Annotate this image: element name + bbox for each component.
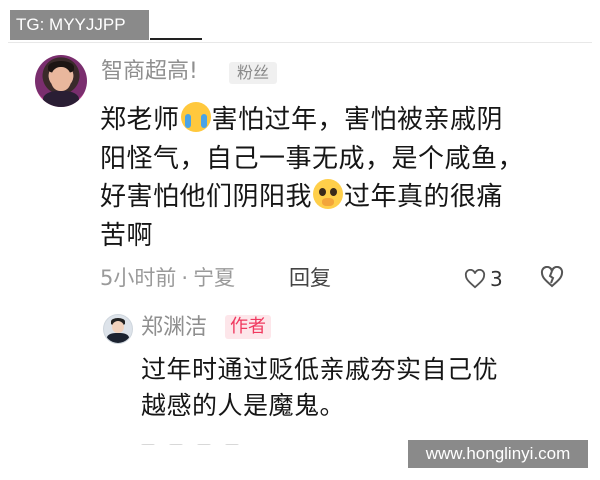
fan-badge: 粉丝: [229, 62, 278, 84]
comment-line-3b: 过年真的很痛: [344, 182, 504, 212]
broken-heart-icon: [540, 265, 564, 292]
dislike-button[interactable]: [540, 265, 564, 292]
commenter-username[interactable]: 智商超高!: [101, 57, 198, 87]
author-tag: 作者: [225, 315, 271, 339]
comment-time: 5小时前: [100, 266, 177, 290]
comment-line-4: 苦啊: [100, 220, 154, 251]
reply-text: 过年时通过贬低亲戚夯实自己优 越感的人是魔鬼。: [141, 352, 561, 424]
comment-text: 郑老师 害怕过年，害怕被亲戚阴 阳怪气，自己一事无成，是个咸鱼， 好害怕他们阴阳我…: [100, 101, 555, 255]
crying-face-icon: [180, 102, 211, 132]
comment-line-1a: 郑老师: [100, 105, 180, 135]
author-avatar[interactable]: [103, 314, 133, 344]
like-count: 3: [490, 267, 503, 291]
comment-line-1b: 害怕过年，害怕被亲戚阴: [211, 105, 504, 135]
reply-line-1: 过年时通过贬低亲戚夯实自己优: [141, 355, 499, 384]
top-divider: [8, 42, 592, 43]
comment-meta: 5小时前 · 宁夏: [100, 263, 235, 293]
reply-line-2: 越感的人是魔鬼。: [141, 391, 346, 420]
author-name[interactable]: 郑渊洁: [141, 313, 207, 343]
site-watermark: www.honglinyi.com: [408, 440, 588, 468]
like-button[interactable]: 3: [464, 265, 503, 293]
heart-icon: [464, 269, 486, 289]
comment-line-3: 好害怕他们阴阳我 过年真的很痛: [100, 178, 555, 217]
meta-separator: ·: [181, 266, 189, 290]
tg-watermark: TG: MYYJJPP: [10, 10, 149, 40]
pleading-face-icon: [313, 179, 344, 209]
partial-next-line: [141, 433, 261, 445]
reply-button[interactable]: 回复: [289, 263, 331, 293]
commenter-avatar[interactable]: [35, 55, 87, 107]
comment-line-3a: 好害怕他们阴阳我: [100, 182, 313, 212]
comment-location: 宁夏: [193, 266, 236, 290]
comment-line-1: 郑老师 害怕过年，害怕被亲戚阴: [100, 101, 555, 140]
comment-line-2: 阳怪气，自己一事无成，是个咸鱼，: [100, 143, 525, 174]
watermark-underline: [150, 38, 202, 40]
